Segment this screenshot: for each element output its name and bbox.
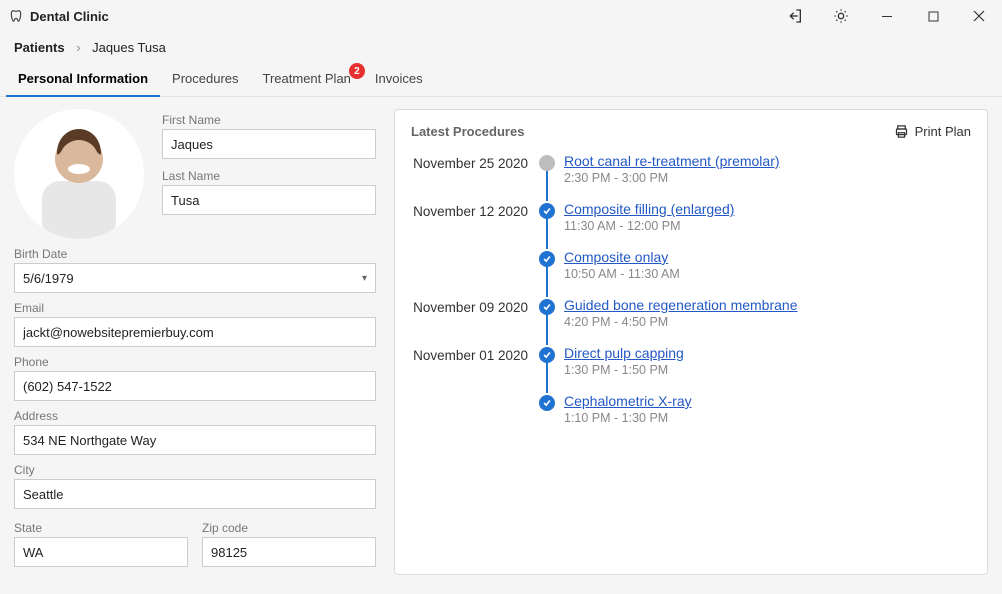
title-bar: Dental Clinic xyxy=(0,0,1002,32)
breadcrumb-root[interactable]: Patients xyxy=(14,40,65,55)
minimize-button[interactable] xyxy=(864,0,910,32)
timeline-date: November 25 2020 xyxy=(411,153,536,174)
check-circle-icon xyxy=(539,299,555,315)
email-input[interactable] xyxy=(14,317,376,347)
procedure-time: 2:30 PM - 3:00 PM xyxy=(564,171,971,185)
check-circle-icon xyxy=(539,203,555,219)
timeline-item: November 09 2020 Guided bone regeneration… xyxy=(411,297,971,345)
last-name-label: Last Name xyxy=(162,169,376,183)
zip-label: Zip code xyxy=(202,521,376,535)
procedure-time: 1:30 PM - 1:50 PM xyxy=(564,363,971,377)
first-name-input[interactable] xyxy=(162,129,376,159)
check-circle-icon xyxy=(539,251,555,267)
avatar xyxy=(14,109,144,239)
timeline-date xyxy=(411,249,536,250)
personal-info-form: First Name Last Name Birth Date 5/6/1979… xyxy=(14,109,376,575)
birth-date-value: 5/6/1979 xyxy=(23,271,74,286)
print-plan-button[interactable]: Print Plan xyxy=(894,124,971,139)
breadcrumb: Patients › Jaques Tusa xyxy=(0,32,1002,61)
procedure-time: 10:50 AM - 11:30 AM xyxy=(564,267,971,281)
tab-label: Invoices xyxy=(375,71,423,86)
timeline-item: Cephalometric X-ray 1:10 PM - 1:30 PM xyxy=(411,393,971,437)
timeline-date xyxy=(411,393,536,394)
first-name-label: First Name xyxy=(162,113,376,127)
timeline-connector xyxy=(546,219,548,249)
procedure-link[interactable]: Guided bone regeneration membrane xyxy=(564,297,971,313)
check-circle-icon xyxy=(539,347,555,363)
timeline-item: November 25 2020 Root canal re-treatment … xyxy=(411,153,971,201)
check-circle-icon xyxy=(539,395,555,411)
tab-label: Treatment Plan xyxy=(263,71,351,86)
zip-input[interactable] xyxy=(202,537,376,567)
phone-label: Phone xyxy=(14,355,376,369)
procedure-link[interactable]: Composite onlay xyxy=(564,249,971,265)
tab-procedures[interactable]: Procedures xyxy=(160,61,250,96)
birth-date-picker[interactable]: 5/6/1979 ▾ xyxy=(14,263,376,293)
timeline-date: November 09 2020 xyxy=(411,297,536,318)
latest-procedures-panel: Latest Procedures Print Plan November 25… xyxy=(394,109,988,575)
timeline-connector xyxy=(546,315,548,345)
maximize-button[interactable] xyxy=(910,0,956,32)
logout-icon[interactable] xyxy=(772,0,818,32)
timeline: November 25 2020 Root canal re-treatment … xyxy=(411,153,971,437)
city-label: City xyxy=(14,463,376,477)
procedure-time: 1:10 PM - 1:30 PM xyxy=(564,411,971,425)
procedure-time: 11:30 AM - 12:00 PM xyxy=(564,219,971,233)
tab-invoices[interactable]: Invoices xyxy=(363,61,435,96)
timeline-date: November 12 2020 xyxy=(411,201,536,222)
timeline-item: November 12 2020 Composite filling (enlar… xyxy=(411,201,971,249)
procedure-link[interactable]: Cephalometric X-ray xyxy=(564,393,971,409)
timeline-connector xyxy=(546,363,548,393)
timeline-date: November 01 2020 xyxy=(411,345,536,366)
tab-personal-information[interactable]: Personal Information xyxy=(6,61,160,96)
procedure-link[interactable]: Composite filling (enlarged) xyxy=(564,201,971,217)
close-button[interactable] xyxy=(956,0,1002,32)
timeline-item: November 01 2020 Direct pulp capping 1:30 … xyxy=(411,345,971,393)
tab-bar: Personal Information Procedures Treatmen… xyxy=(0,61,1002,97)
tab-treatment-plan[interactable]: Treatment Plan 2 xyxy=(251,61,363,96)
address-label: Address xyxy=(14,409,376,423)
panel-title: Latest Procedures xyxy=(411,124,524,139)
tab-label: Personal Information xyxy=(18,71,148,86)
print-plan-label: Print Plan xyxy=(915,124,971,139)
tab-label: Procedures xyxy=(172,71,238,86)
city-input[interactable] xyxy=(14,479,376,509)
state-label: State xyxy=(14,521,188,535)
timeline-item: Composite onlay 10:50 AM - 11:30 AM xyxy=(411,249,971,297)
phone-input[interactable] xyxy=(14,371,376,401)
print-icon xyxy=(894,124,909,139)
timeline-connector xyxy=(546,267,548,297)
chevron-right-icon: › xyxy=(68,40,88,55)
birth-date-label: Birth Date xyxy=(14,247,376,261)
procedure-time: 4:20 PM - 4:50 PM xyxy=(564,315,971,329)
email-label: Email xyxy=(14,301,376,315)
pending-dot-icon xyxy=(539,155,555,171)
last-name-input[interactable] xyxy=(162,185,376,215)
app-title: Dental Clinic xyxy=(30,9,109,24)
timeline-connector xyxy=(546,171,548,201)
address-input[interactable] xyxy=(14,425,376,455)
procedure-link[interactable]: Direct pulp capping xyxy=(564,345,971,361)
state-input[interactable] xyxy=(14,537,188,567)
chevron-down-icon: ▾ xyxy=(362,273,367,284)
breadcrumb-current: Jaques Tusa xyxy=(92,40,166,55)
procedure-link[interactable]: Root canal re-treatment (premolar) xyxy=(564,153,971,169)
app-icon xyxy=(8,8,24,24)
theme-icon[interactable] xyxy=(818,0,864,32)
